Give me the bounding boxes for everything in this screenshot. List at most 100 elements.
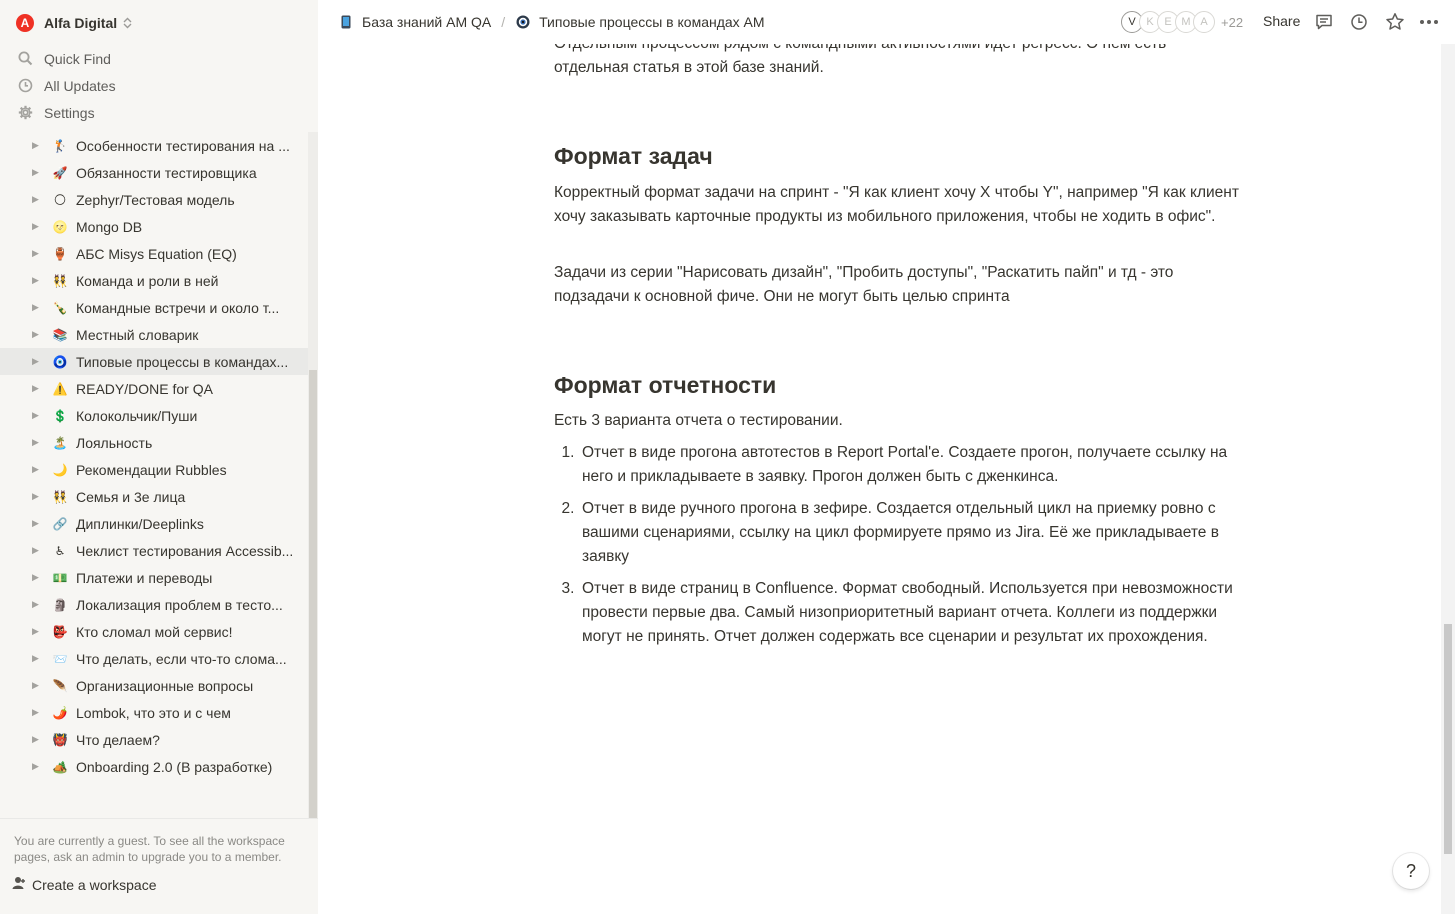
sidebar-page-item[interactable]: ▶ 🏕️ Onboarding 2.0 (В разработке) [0,753,308,780]
page-emoji-icon: 🪶 [52,678,68,693]
expand-triangle-icon[interactable]: ▶ [32,572,46,583]
list-item: 2. Отчет в виде ручного прогона в зефире… [554,497,1244,569]
expand-triangle-icon[interactable]: ▶ [32,194,46,205]
expand-triangle-icon[interactable]: ▶ [32,248,46,259]
page-scrollbar-thumb[interactable] [1444,624,1452,854]
intro-paragraph-line2: отдельная статья в этой базе знаний. [554,59,824,76]
expand-triangle-icon[interactable]: ▶ [32,356,46,367]
sidebar-page-item[interactable]: ▶ 📚 Местный словарик [0,321,308,348]
sidebar-page-item[interactable]: ▶ 👯 Команда и роли в ней [0,267,308,294]
nav-all-updates[interactable]: All Updates [0,72,318,99]
sidebar-page-label: Типовые процессы в командах... [76,353,289,370]
sidebar-page-item[interactable]: ▶ 💲 Колокольчик/Пуши [0,402,308,429]
nav-settings[interactable]: Settings [0,99,318,126]
expand-triangle-icon[interactable]: ▶ [32,410,46,421]
sidebar-scrollbar-thumb[interactable] [309,370,317,818]
expand-triangle-icon[interactable]: ▶ [32,599,46,610]
sidebar-page-item[interactable]: ▶ 👯 Семья и 3е лица [0,483,308,510]
breadcrumb-separator: / [501,14,506,30]
expand-triangle-icon[interactable]: ▶ [32,761,46,772]
page-emoji-icon: 🌙 [52,462,68,477]
expand-triangle-icon[interactable]: ▶ [32,518,46,529]
expand-triangle-icon[interactable]: ▶ [32,221,46,232]
expand-triangle-icon[interactable]: ▶ [32,464,46,475]
sidebar-scrollbar[interactable] [308,132,318,818]
page-emoji-icon: ⚠️ [52,381,68,396]
star-icon[interactable] [1384,11,1406,33]
expand-triangle-icon[interactable]: ▶ [32,437,46,448]
expand-triangle-icon[interactable]: ▶ [32,302,46,313]
workspace-switcher[interactable]: A Alfa Digital [0,8,318,38]
page-emoji-icon: 💲 [52,408,68,423]
sidebar-page-item[interactable]: ▶ 🔗 Диплинки/Deeplinks [0,510,308,537]
breadcrumb-item-page[interactable]: Типовые процессы в командах АМ [515,14,765,30]
sidebar-page-item[interactable]: ▶ 🌶️ Lombok, что это и с чем [0,699,308,726]
sidebar-page-item[interactable]: ▶ 🍾 Командные встречи и около т... [0,294,308,321]
page-emoji-icon: 💵 [52,570,68,585]
create-workspace-label: Create a workspace [32,876,157,893]
expand-triangle-icon[interactable]: ▶ [32,734,46,745]
expand-triangle-icon[interactable]: ▶ [32,680,46,691]
sidebar-page-item[interactable]: ▶ 🌕 Zephyr/Тестовая модель [0,186,308,213]
share-button[interactable]: Share [1263,13,1300,29]
expand-triangle-icon[interactable]: ▶ [32,383,46,394]
expand-triangle-icon[interactable]: ▶ [32,707,46,718]
page-emoji-icon: 🏝️ [52,435,68,450]
help-button[interactable]: ? [1393,853,1429,889]
sidebar-page-item[interactable]: ▶ 🌝 Mongo DB [0,213,308,240]
avatar[interactable]: A [1193,11,1215,33]
more-options-icon[interactable] [1418,11,1440,33]
expand-triangle-icon[interactable]: ▶ [32,545,46,556]
clock-icon [17,78,33,94]
comments-icon[interactable] [1313,11,1335,33]
chevron-updown-icon [123,17,132,29]
sidebar-page-label: Кто сломал мой сервис! [76,623,233,640]
sidebar-page-label: Что делать, если что-то слома... [76,650,287,667]
expand-triangle-icon[interactable]: ▶ [32,329,46,340]
sidebar-page-item[interactable]: ▶ 👺 Кто сломал мой сервис! [0,618,308,645]
expand-triangle-icon[interactable]: ▶ [32,626,46,637]
tasks-paragraph-1: Корректный формат задачи на спринт - "Я … [554,184,1239,225]
page-emoji-icon: 🏕️ [52,759,68,774]
sidebar-page-item[interactable]: ▶ 🧿 Типовые процессы в командах... [0,348,308,375]
expand-triangle-icon[interactable]: ▶ [32,653,46,664]
page-emoji-icon: 👹 [52,732,68,747]
sidebar-page-item[interactable]: ▶ 🏝️ Лояльность [0,429,308,456]
history-icon[interactable] [1348,11,1370,33]
page-scrollbar[interactable] [1441,44,1455,914]
sidebar-page-label: Zephyr/Тестовая модель [76,191,235,208]
sidebar-page-item[interactable]: ▶ 👹 Что делаем? [0,726,308,753]
sidebar-page-item[interactable]: ▶ 🏺 АБС Misys Equation (EQ) [0,240,308,267]
expand-triangle-icon[interactable]: ▶ [32,167,46,178]
breadcrumb-item-kb[interactable]: База знаний АМ QA [338,14,491,30]
nav-label: All Updates [44,77,116,94]
expand-triangle-icon[interactable]: ▶ [32,275,46,286]
expand-triangle-icon[interactable]: ▶ [32,491,46,502]
sidebar-page-item[interactable]: ▶ 💵 Платежи и переводы [0,564,308,591]
nazar-icon [515,14,531,30]
sidebar-page-label: READY/DONE for QA [76,380,213,397]
sidebar-page-item[interactable]: ▶ 🏌️ Особенности тестирования на ... [0,132,308,159]
sidebar-page-item[interactable]: ▶ 🌙 Рекомендации Rubbles [0,456,308,483]
list-number: 3. [561,580,575,597]
sidebar-page-item[interactable]: ▶ 🗿 Локализация проблем в тесто... [0,591,308,618]
sidebar-page-label: Команда и роли в ней [76,272,219,289]
sidebar-page-label: Onboarding 2.0 (В разработке) [76,758,273,775]
sidebar-page-label: Местный словарик [76,326,199,343]
sidebar-page-item[interactable]: ▶ 🪶 Организационные вопросы [0,672,308,699]
sidebar-page-item[interactable]: ▶ ⚠️ READY/DONE for QA [0,375,308,402]
collaborator-avatars[interactable]: V K E M A +22 [1121,11,1243,33]
sidebar-page-label: АБС Misys Equation (EQ) [76,245,237,262]
search-icon [17,51,33,67]
expand-triangle-icon[interactable]: ▶ [32,140,46,151]
page-emoji-icon: 📚 [52,327,68,342]
report-intro: Есть 3 варианта отчета о тестировании. [554,412,843,429]
sidebar-page-item[interactable]: ▶ 📨 Что делать, если что-то слома... [0,645,308,672]
more-collaborators-count[interactable]: +22 [1221,15,1243,30]
create-workspace-button[interactable]: Create a workspace [12,876,157,893]
sidebar-page-item[interactable]: ▶ ♿ Чеклист тестирования Accessib... [0,537,308,564]
page-emoji-icon: 🧿 [52,354,68,369]
nav-quick-find[interactable]: Quick Find [0,45,318,72]
page-emoji-icon: 🗿 [52,597,68,612]
sidebar-page-item[interactable]: ▶ 🚀 Обязанности тестировщика [0,159,308,186]
